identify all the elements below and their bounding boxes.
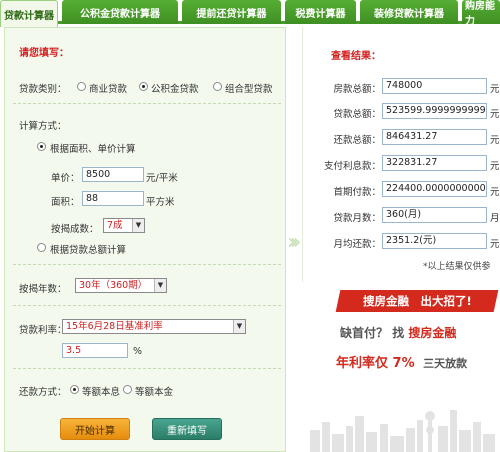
method-area-label: 根据面积、单价计算 <box>50 144 136 155</box>
down-payment-field[interactable]: 224400.00000000006 <box>382 181 487 197</box>
tab-purchasing-power[interactable]: 购房能力 <box>462 0 500 24</box>
calc-method-label: 计算方式： <box>19 121 67 132</box>
commercial-loan-label: 商业贷款 <box>89 84 128 95</box>
commercial-loan-radio[interactable] <box>77 82 86 91</box>
down-ratio-value: 7成 <box>107 220 123 231</box>
unit-price-label: 单价： <box>51 173 80 184</box>
repay-equal-installment-radio[interactable] <box>70 385 79 394</box>
rate-select[interactable]: 15年6月28日基准利率 ▼ <box>62 319 246 334</box>
years-label: 按揭年数： <box>19 284 67 295</box>
loan-total-unit: 元 <box>490 109 500 120</box>
method-area-radio[interactable] <box>37 142 46 151</box>
loan-total-field[interactable]: 523599.99999999994 <box>382 103 487 119</box>
repay-equal-installment-label: 等额本息 <box>82 387 121 398</box>
loan-months-field[interactable]: 360(月) <box>382 207 487 223</box>
rate-input[interactable]: 3.5 <box>62 343 128 358</box>
loan-months-unit: 月 <box>490 213 500 224</box>
input-section-title: 请您填写： <box>19 48 69 59</box>
double-chevron-right-icon: ››› <box>287 230 302 255</box>
repay-equal-principal-label: 等额本金 <box>135 387 174 398</box>
promo-line-2b: 三天放款 <box>423 357 468 370</box>
house-total-field[interactable]: 748000 <box>382 78 487 94</box>
city-skyline-illustration <box>310 410 495 452</box>
tab-tax-calculator[interactable]: 税费计算器 <box>285 0 356 24</box>
repay-total-field[interactable]: 846431.27 <box>382 129 487 145</box>
divider <box>13 368 281 369</box>
house-total-label: 房款总额： <box>333 84 381 95</box>
results-disclaimer: *以上结果仅供参 <box>423 262 491 272</box>
house-total-unit: 元 <box>490 84 500 95</box>
interest-total-label: 支付利息款： <box>323 161 381 172</box>
repay-total-label: 还款总额： <box>333 135 381 146</box>
promo-line-2a: 年利率仅 7% <box>336 356 415 371</box>
reset-form-button[interactable]: 重新填写 <box>152 418 222 440</box>
rate-value: 15年6月28日基准利率 <box>66 321 163 332</box>
start-calculation-button[interactable]: 开始计算 <box>60 418 130 440</box>
years-select[interactable]: 30年（360期） ▼ <box>75 278 167 293</box>
tab-loan-calculator[interactable]: 贷款计算器 <box>0 0 58 27</box>
method-total-label: 根据贷款总额计算 <box>50 245 127 256</box>
down-ratio-select[interactable]: 7成 ▼ <box>103 218 145 233</box>
promo-banner: 搜房金融 出大招了! <box>335 290 499 312</box>
combined-loan-label: 组合型贷款 <box>225 84 273 95</box>
interest-total-unit: 元 <box>490 161 500 172</box>
combined-loan-radio[interactable] <box>213 82 222 91</box>
unit-price-input[interactable]: 8500 <box>82 167 144 182</box>
monthly-payment-field[interactable]: 2351.2(元) <box>382 233 487 249</box>
loan-months-label: 贷款月数： <box>333 213 381 224</box>
monthly-payment-label: 月均还款： <box>333 239 381 250</box>
loan-total-label: 贷款总额： <box>333 109 381 120</box>
promo-line-1b: 找 <box>392 326 405 340</box>
method-total-radio[interactable] <box>37 243 46 252</box>
promo-line-1a: 缺首付？ <box>340 326 389 340</box>
input-panel: 请您填写： 贷款类别： 商业贷款 公积金贷款 组合型贷款 计算方式： 根据面积、… <box>4 27 286 452</box>
provident-fund-loan-radio[interactable] <box>139 82 148 91</box>
promo-line-1c: 搜房金融 <box>408 326 457 340</box>
repay-method-label: 还款方式： <box>19 387 67 398</box>
promo-line-2: 年利率仅 7% 三天放款 <box>336 352 467 371</box>
loan-type-label: 贷款类别： <box>19 84 67 95</box>
chevron-down-icon: ▼ <box>132 219 144 232</box>
tab-provident-fund-calculator[interactable]: 公积金贷款计算器 <box>62 0 178 24</box>
years-value: 30年（360期） <box>79 280 148 291</box>
promo-line-1: 缺首付？ 找 搜房金融 <box>340 324 456 341</box>
monthly-payment-unit: 元 <box>490 239 500 250</box>
calculator-tabs: 贷款计算器 公积金贷款计算器 提前还贷计算器 税费计算器 装修贷款计算器 购房能… <box>0 0 500 27</box>
down-payment-unit: 元 <box>490 187 500 198</box>
divider <box>13 103 281 104</box>
rate-label: 贷款利率： <box>19 325 67 336</box>
divider <box>13 264 281 265</box>
divider <box>13 305 281 306</box>
repay-total-unit: 元 <box>490 135 500 146</box>
rate-unit: % <box>133 346 143 357</box>
provident-fund-loan-label: 公积金贷款 <box>151 84 199 95</box>
chevron-down-icon: ▼ <box>154 279 166 292</box>
chevron-down-icon: ▼ <box>233 320 245 333</box>
results-section-title: 查看结果： <box>331 51 381 62</box>
down-payment-label: 首期付款： <box>333 187 381 198</box>
loan-calculator-page: 贷款计算器 公积金贷款计算器 提前还贷计算器 税费计算器 装修贷款计算器 购房能… <box>0 0 500 452</box>
repay-equal-principal-radio[interactable] <box>123 385 132 394</box>
area-input[interactable]: 88 <box>82 191 144 206</box>
promo-ad[interactable]: 搜房金融 出大招了! 缺首付？ 找 搜房金融 年利率仅 7% 三天放款 <box>302 282 500 452</box>
interest-total-field[interactable]: 322831.27 <box>382 155 487 171</box>
tab-renovation-loan-calculator[interactable]: 装修贷款计算器 <box>360 0 458 24</box>
area-unit: 平方米 <box>146 197 175 208</box>
tab-prepayment-calculator[interactable]: 提前还贷计算器 <box>182 0 281 24</box>
down-ratio-label: 按揭成数： <box>51 224 99 235</box>
promo-banner-text: 搜房金融 出大招了! <box>362 294 472 308</box>
unit-price-unit: 元/平米 <box>146 173 178 184</box>
area-label: 面积： <box>51 197 80 208</box>
